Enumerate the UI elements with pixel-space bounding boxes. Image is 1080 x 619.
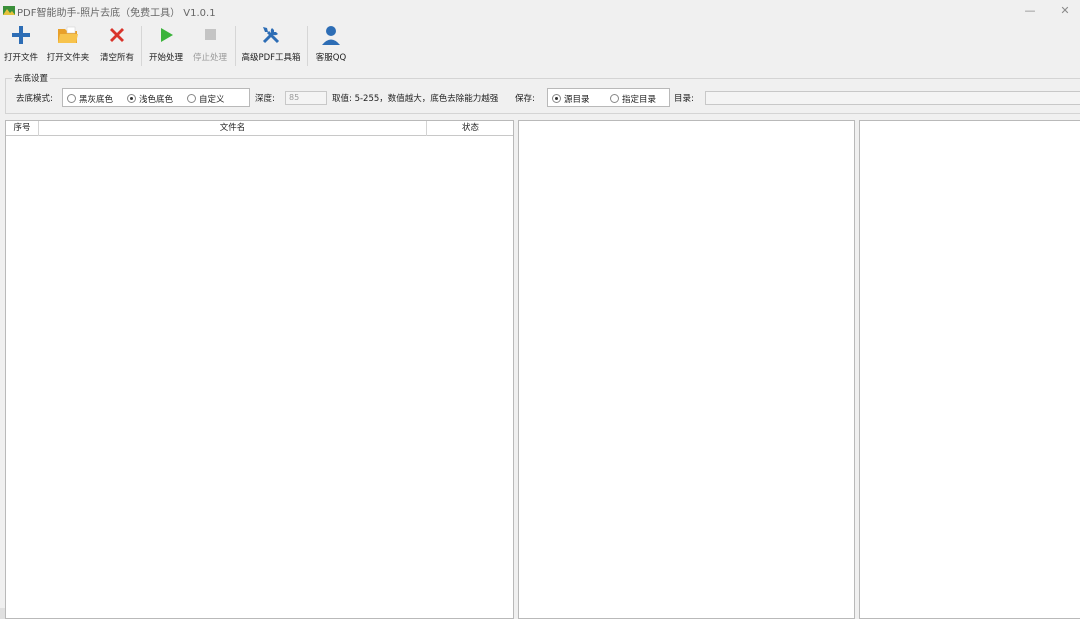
dir-label: 目录: (674, 94, 694, 104)
start-label: 开始处理 (148, 53, 183, 63)
stop-label: 停止处理 (192, 53, 227, 63)
mode-option-custom[interactable]: 自定义 (187, 93, 225, 105)
column-header-status[interactable]: 状态 (427, 121, 514, 136)
toolbar-separator (235, 26, 236, 66)
advanced-toolbox-button[interactable]: 高级PDF工具箱 (240, 24, 302, 66)
radio-checked-icon (127, 94, 136, 103)
user-icon (322, 26, 340, 45)
save-label: 保存: (515, 94, 535, 104)
close-button[interactable]: ✕ (1055, 2, 1075, 20)
clear-all-label: 清空所有 (99, 53, 134, 63)
depth-label: 深度: (255, 94, 275, 104)
toolbar: 打开文件 打开文件夹 清空所有 开始处理 停止处理 高级PDF工具箱 客服QQ (0, 22, 1080, 68)
column-header-filename[interactable]: 文件名 (39, 121, 427, 136)
support-qq-button[interactable]: 客服QQ (313, 24, 349, 66)
tools-icon (262, 27, 280, 44)
radio-unchecked-icon (187, 94, 196, 103)
file-list-header: 序号 文件名 状态 (6, 121, 513, 136)
save-option-source-label: 源目录 (564, 95, 590, 105)
column-header-index[interactable]: 序号 (6, 121, 39, 136)
delete-x-icon (110, 28, 124, 42)
mode-option-dark[interactable]: 黑灰底色 (67, 93, 113, 105)
window-title: PDF智能助手-照片去底（免费工具） V1.0.1 (17, 8, 216, 19)
save-radio-group: 源目录 指定目录 (547, 88, 670, 107)
save-option-source[interactable]: 源目录 (552, 93, 590, 105)
save-option-custom[interactable]: 指定目录 (610, 93, 656, 105)
open-folder-label: 打开文件夹 (46, 53, 90, 63)
folder-icon (58, 26, 78, 43)
clear-all-button[interactable]: 清空所有 (97, 24, 137, 66)
status-bar (0, 600, 1080, 619)
advanced-toolbox-label: 高级PDF工具箱 (241, 53, 301, 63)
toolbar-separator (307, 26, 308, 66)
dir-input[interactable] (705, 91, 1080, 105)
file-list-panel[interactable]: 序号 文件名 状态 (5, 120, 514, 619)
support-qq-label: 客服QQ (315, 53, 347, 63)
mode-option-dark-label: 黑灰底色 (79, 95, 114, 105)
settings-group-title: 去底设置 (12, 72, 51, 84)
radio-unchecked-icon (67, 94, 76, 103)
start-button[interactable]: 开始处理 (146, 24, 186, 66)
open-file-button[interactable]: 打开文件 (2, 24, 40, 66)
minimize-button[interactable]: — (1020, 2, 1040, 20)
original-preview-panel (518, 120, 855, 619)
app-icon (3, 6, 15, 15)
radio-unchecked-icon (610, 94, 619, 103)
range-hint: 取值: 5-255，数值越大，底色去除能力越强 (332, 94, 499, 104)
title-bar: PDF智能助手-照片去底（免费工具） V1.0.1 — ✕ (0, 0, 1080, 22)
status-bar-edge (0, 608, 5, 619)
mode-radio-group: 黑灰底色 浅色底色 自定义 (62, 88, 250, 107)
mode-option-custom-label: 自定义 (199, 95, 225, 105)
play-icon (161, 28, 173, 42)
open-file-label: 打开文件 (3, 53, 38, 63)
open-folder-button[interactable]: 打开文件夹 (44, 24, 92, 66)
mode-option-light-label: 浅色底色 (139, 95, 174, 105)
stop-button[interactable]: 停止处理 (190, 24, 230, 66)
mode-label: 去底模式: (16, 94, 53, 104)
save-option-custom-label: 指定目录 (622, 95, 657, 105)
toolbar-separator (141, 26, 142, 66)
depth-input[interactable]: 85 (285, 91, 327, 105)
plus-icon (12, 26, 30, 44)
processed-preview-panel (859, 120, 1080, 619)
stop-icon (205, 29, 216, 40)
settings-group: 去底设置 去底模式: 黑灰底色 浅色底色 自定义 深度: 85 取值: 5-25… (5, 72, 1080, 114)
mode-option-light[interactable]: 浅色底色 (127, 93, 173, 105)
radio-checked-icon (552, 94, 561, 103)
